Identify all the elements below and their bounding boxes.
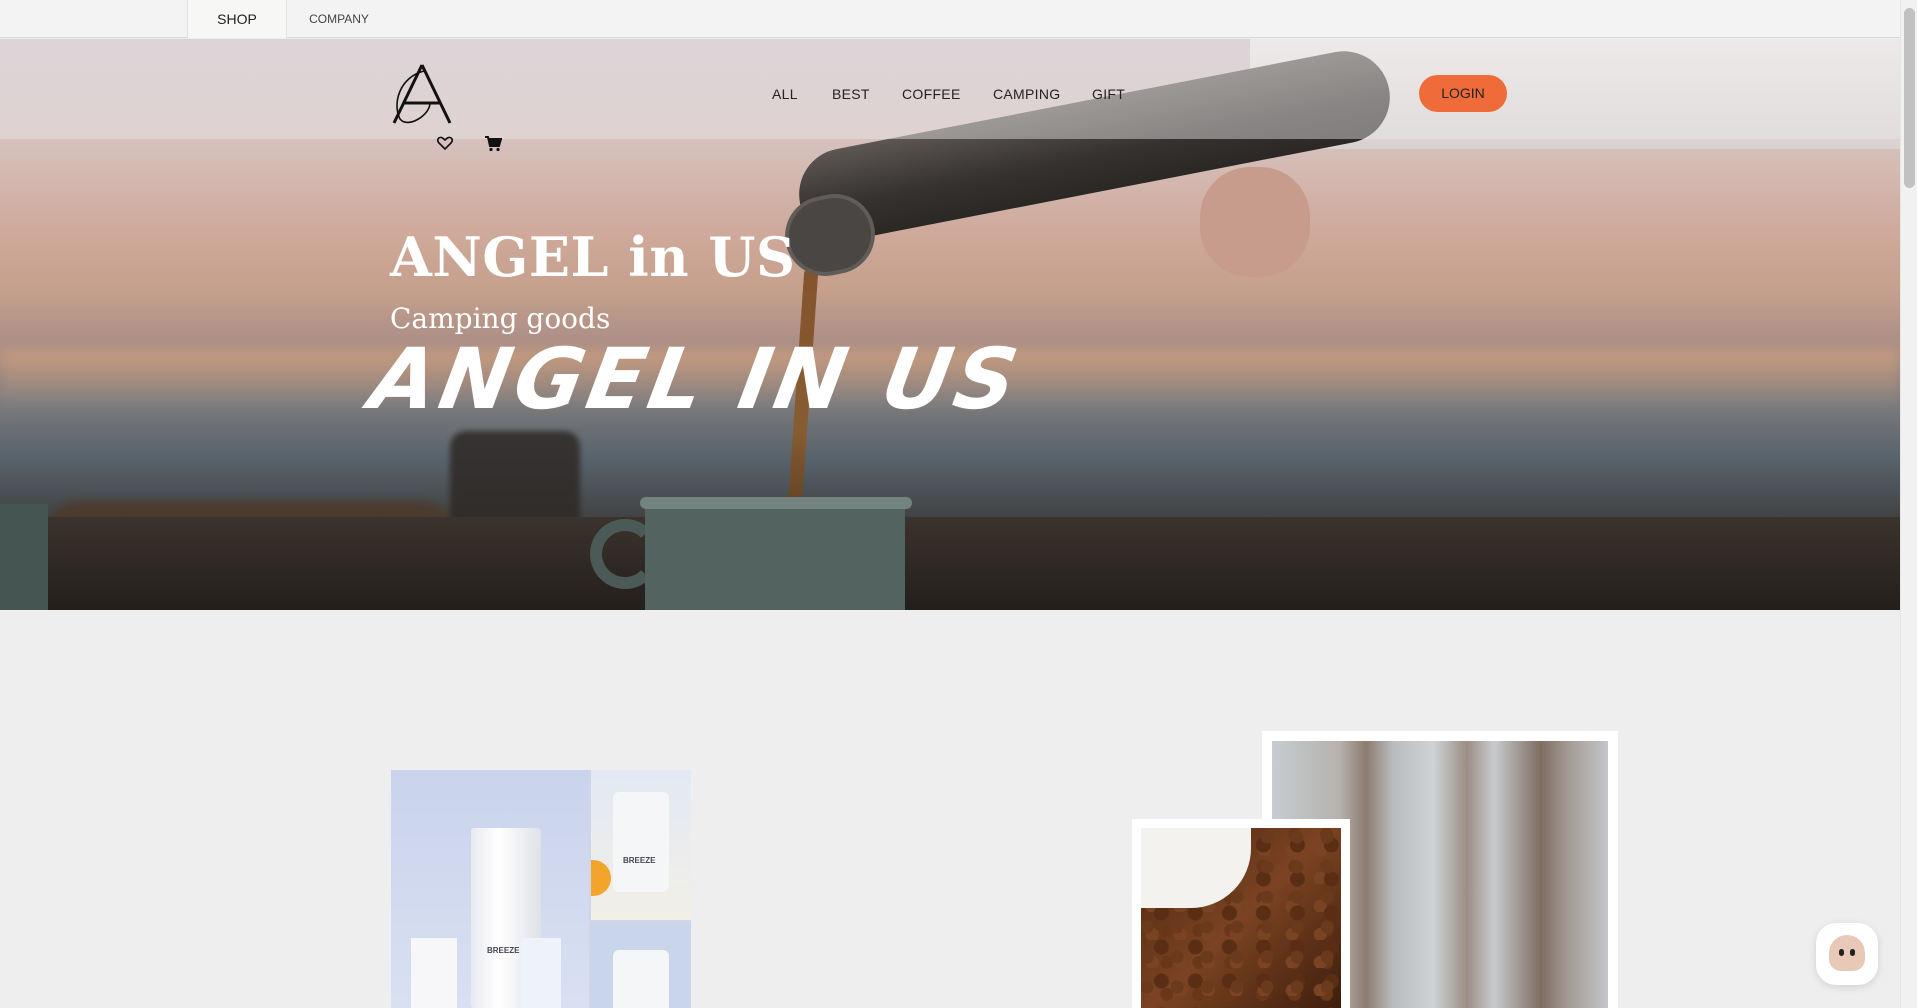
product-box-label: BREEZE bbox=[487, 946, 520, 955]
heart-icon[interactable] bbox=[436, 134, 454, 152]
nav-best[interactable]: BEST bbox=[832, 86, 870, 102]
product-pouch-label: BREEZE bbox=[623, 856, 656, 865]
page-scrollbar[interactable] bbox=[1900, 0, 1917, 1008]
top-tab-bar: SHOP COMPANY bbox=[0, 0, 1900, 38]
hero-mug-left bbox=[0, 504, 48, 610]
hero-cup-rim bbox=[640, 497, 912, 509]
scrollbar-thumb[interactable] bbox=[1904, 8, 1915, 188]
chat-bot-icon bbox=[1829, 935, 1865, 971]
chat-bot-eye-left bbox=[1839, 949, 1844, 956]
hero-title: ANGEL in US bbox=[390, 225, 796, 289]
product-pouch-bottom bbox=[613, 950, 669, 1008]
product-pouch-top bbox=[613, 792, 669, 892]
hero-table bbox=[0, 517, 1900, 610]
hero-script-text: ANGEL IN US bbox=[363, 330, 1029, 428]
product-box-small bbox=[411, 938, 457, 1008]
brand-logo[interactable] bbox=[390, 63, 454, 125]
login-button[interactable]: LOGIN bbox=[1419, 75, 1507, 112]
tab-company[interactable]: COMPANY bbox=[293, 0, 385, 38]
hero-cup bbox=[645, 501, 905, 610]
photo-coffee-beans-frame[interactable] bbox=[1132, 819, 1350, 1008]
nav-gift[interactable]: GIFT bbox=[1092, 86, 1125, 102]
product-image-breeze[interactable]: BREEZE BREEZE bbox=[391, 770, 691, 1008]
cart-icon[interactable] bbox=[484, 134, 502, 152]
nav-camping[interactable]: CAMPING bbox=[993, 86, 1060, 102]
tab-shop[interactable]: SHOP bbox=[187, 0, 287, 38]
nav-coffee[interactable]: COFFEE bbox=[902, 86, 961, 102]
chat-bot-eye-right bbox=[1850, 949, 1855, 956]
hero-hand bbox=[1200, 167, 1310, 277]
nav-all[interactable]: ALL bbox=[772, 86, 798, 102]
chat-widget-button[interactable] bbox=[1816, 923, 1878, 985]
product-box-side bbox=[521, 938, 561, 1008]
